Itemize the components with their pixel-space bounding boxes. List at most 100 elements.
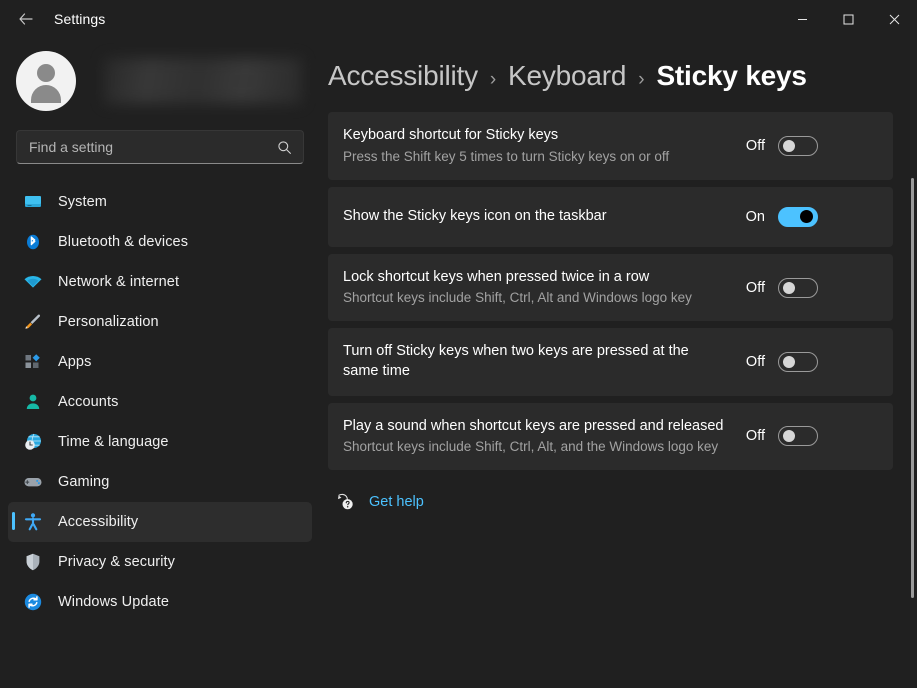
sidebar-item-label: Apps <box>58 354 92 370</box>
toggle-knob <box>800 210 813 224</box>
setting-text: Play a sound when shortcut keys are pres… <box>343 417 743 457</box>
sidebar-item-bluetooth-devices[interactable]: Bluetooth & devices <box>8 222 312 262</box>
page-title: Sticky keys <box>656 60 807 91</box>
wifi-icon <box>22 271 44 293</box>
setting-title: Play a sound when shortcut keys are pres… <box>343 417 724 434</box>
sidebar-item-label: Windows Update <box>58 594 170 610</box>
sidebar-item-accessibility[interactable]: Accessibility <box>8 502 312 542</box>
setting-title: Lock shortcut keys when pressed twice in… <box>343 268 650 285</box>
monitor-icon <box>22 191 44 213</box>
person-icon <box>22 391 44 413</box>
clock-globe-icon <box>22 431 44 453</box>
toggle-play-sound[interactable] <box>778 426 818 447</box>
setting-row-keyboard-shortcut: Keyboard shortcut for Sticky keys Press … <box>328 112 893 180</box>
sidebar-item-label: Gaming <box>58 474 110 490</box>
paintbrush-icon <box>22 311 44 333</box>
setting-description: Shortcut keys include Shift, Ctrl, Alt a… <box>343 290 692 306</box>
toggle-lock-shortcut-keys[interactable] <box>778 277 818 298</box>
setting-text: Show the Sticky keys icon on the taskbar <box>343 207 743 227</box>
toggle-turn-off-two-keys[interactable] <box>778 352 818 372</box>
sidebar-item-apps[interactable]: Apps <box>8 342 312 382</box>
content-scrollbar[interactable] <box>911 178 914 598</box>
update-refresh-icon <box>22 591 44 613</box>
setting-control: On <box>743 206 818 227</box>
window-controls <box>779 0 917 38</box>
toggle-state-label: Off <box>745 428 765 445</box>
bluetooth-icon <box>22 231 44 253</box>
sidebar-item-label: System <box>58 194 107 210</box>
help-question-icon <box>336 492 355 511</box>
setting-text: Turn off Sticky keys when two keys are p… <box>343 342 743 381</box>
sidebar-item-time-language[interactable]: Time & language <box>8 422 312 462</box>
avatar <box>16 51 76 111</box>
sidebar-item-label: Accessibility <box>58 514 139 530</box>
content-area: Accessibility › Keyboard › Sticky keys K… <box>320 38 917 688</box>
minimize-icon <box>797 18 807 20</box>
settings-window: Settings Find a setting System Bluetooth… <box>0 0 917 688</box>
sidebar-item-gaming[interactable]: Gaming <box>8 462 312 502</box>
breadcrumb-separator: › <box>638 69 645 90</box>
setting-row-play-sound: Play a sound when shortcut keys are pres… <box>328 402 893 471</box>
sidebar-nav: System Bluetooth & devices Network & int… <box>0 182 320 622</box>
breadcrumb-keyboard[interactable]: Keyboard <box>508 60 626 92</box>
toggle-knob <box>783 430 795 443</box>
setting-row-show-taskbar-icon: Show the Sticky keys icon on the taskbar… <box>328 186 893 247</box>
setting-control: Off <box>743 426 818 447</box>
sidebar-item-privacy-security[interactable]: Privacy & security <box>8 542 312 582</box>
back-button[interactable] <box>8 4 44 34</box>
setting-row-lock-shortcut-keys: Lock shortcut keys when pressed twice in… <box>328 253 893 322</box>
toggle-state-label: On <box>745 208 765 225</box>
shield-icon <box>22 551 44 573</box>
setting-control: Off <box>743 277 818 298</box>
breadcrumb: Accessibility › Keyboard › Sticky keys <box>320 38 917 92</box>
sidebar-item-network-internet[interactable]: Network & internet <box>8 262 312 302</box>
toggle-knob <box>783 281 795 294</box>
toggle-state-label: Off <box>745 279 765 296</box>
sidebar: System Bluetooth & devices <box>0 38 320 688</box>
title-bar: Settings <box>0 0 917 38</box>
toggle-state-label: Off <box>745 354 765 370</box>
user-name-redacted <box>104 58 302 104</box>
sidebar-item-personalization[interactable]: Personalization <box>8 302 312 342</box>
sidebar-item-label: Personalization <box>58 314 159 330</box>
sidebar-item-label: Time & language <box>58 434 169 450</box>
search-input[interactable] <box>17 139 303 155</box>
setting-description: Press the Shift key 5 times to turn Stic… <box>343 148 670 164</box>
sidebar-item-windows-update[interactable]: Windows Update <box>8 582 312 622</box>
settings-list: Keyboard shortcut for Sticky keys Press … <box>320 112 917 511</box>
close-button[interactable] <box>871 0 917 38</box>
setting-text: Lock shortcut keys when pressed twice in… <box>343 268 743 308</box>
toggle-state-label: Off <box>745 137 765 154</box>
setting-title: Show the Sticky keys icon on the taskbar <box>343 207 607 224</box>
setting-text: Keyboard shortcut for Sticky keys Press … <box>343 126 743 166</box>
minimize-button[interactable] <box>779 0 825 38</box>
toggle-knob <box>783 356 795 368</box>
setting-control: Off <box>743 135 818 156</box>
sidebar-item-label: Privacy & security <box>58 554 176 570</box>
setting-description: Shortcut keys include Shift, Ctrl, Alt, … <box>343 439 719 455</box>
back-arrow-icon <box>19 13 33 25</box>
accessibility-person-icon <box>22 511 44 533</box>
get-help-link[interactable]: Get help <box>328 492 424 511</box>
sidebar-item-label: Accounts <box>58 394 119 410</box>
setting-title: Keyboard shortcut for Sticky keys <box>343 127 559 143</box>
toggle-show-taskbar-icon[interactable] <box>778 206 818 227</box>
search-box[interactable] <box>16 130 304 164</box>
setting-control: Off <box>743 352 818 372</box>
user-profile[interactable] <box>0 50 320 112</box>
setting-row-turn-off-two-keys: Turn off Sticky keys when two keys are p… <box>328 328 893 396</box>
toggle-knob <box>783 139 795 152</box>
app-title: Settings <box>54 11 106 27</box>
apps-icon <box>22 351 44 373</box>
breadcrumb-accessibility[interactable]: Accessibility <box>328 60 478 92</box>
setting-title: Turn off Sticky keys when two keys are p… <box>343 343 689 379</box>
maximize-icon <box>843 14 853 24</box>
close-icon <box>889 14 899 24</box>
sidebar-item-label: Bluetooth & devices <box>58 234 189 250</box>
search-icon <box>277 140 292 155</box>
maximize-button[interactable] <box>825 0 871 38</box>
get-help-label: Get help <box>369 493 424 510</box>
sidebar-item-system[interactable]: System <box>8 182 312 222</box>
toggle-keyboard-shortcut[interactable] <box>778 135 818 156</box>
sidebar-item-accounts[interactable]: Accounts <box>8 382 312 422</box>
